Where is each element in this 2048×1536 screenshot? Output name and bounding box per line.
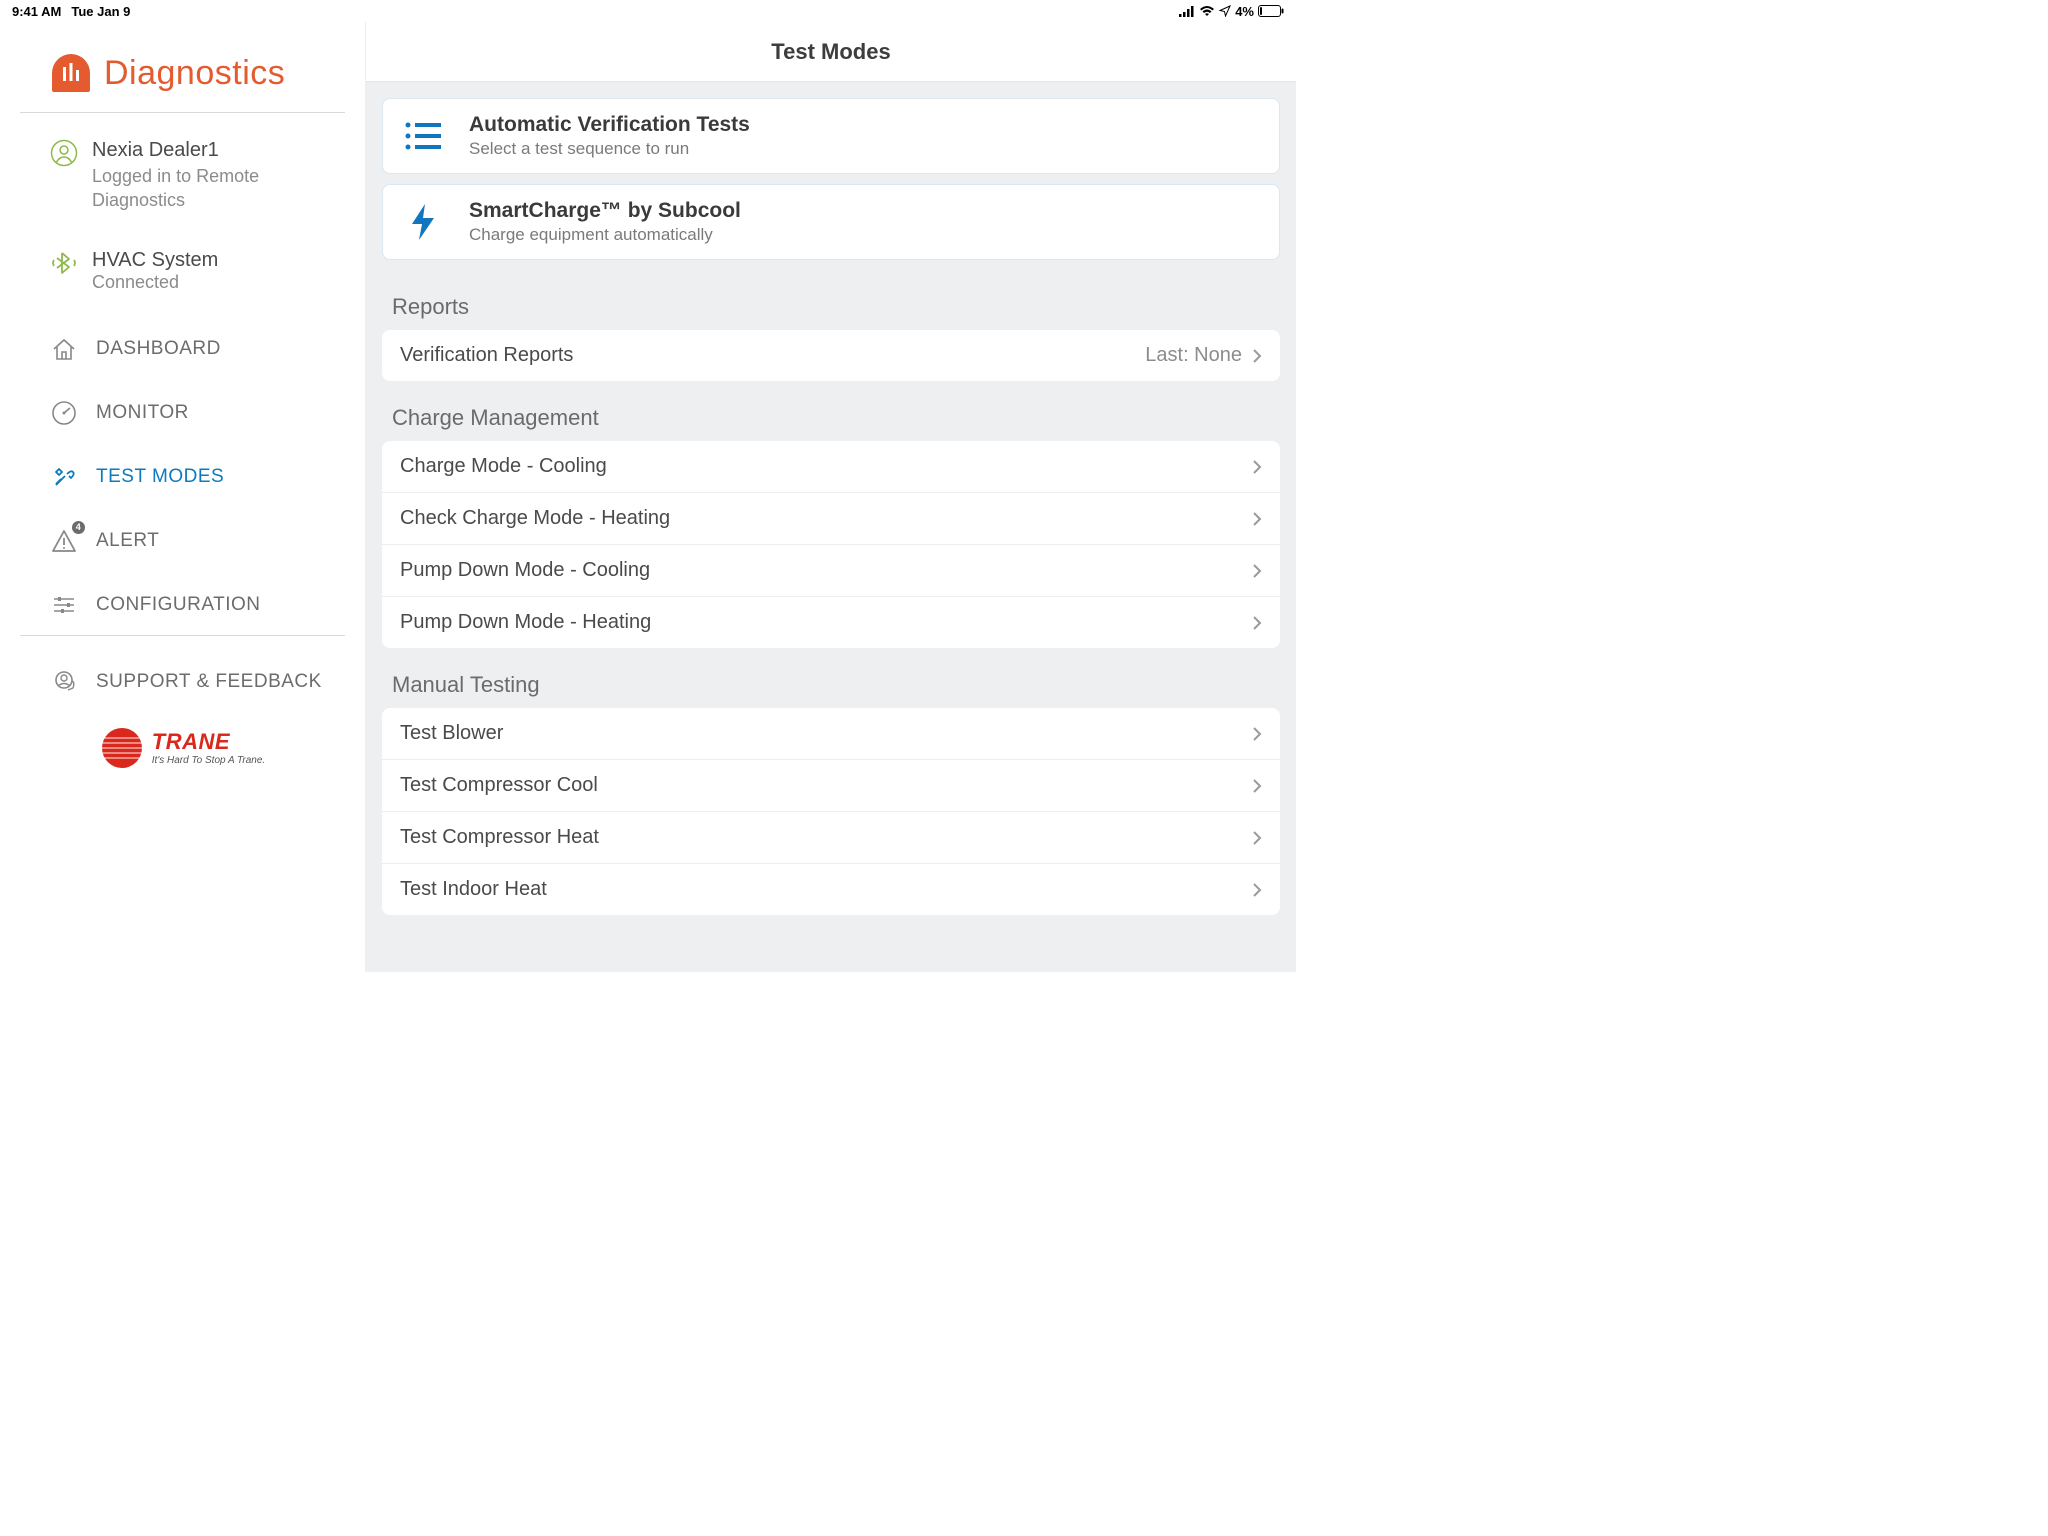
list-label: Test Indoor Heat [400, 878, 547, 901]
battery-icon [1258, 5, 1284, 17]
divider [20, 112, 345, 113]
trane-globe-icon [100, 726, 144, 770]
nav-configuration[interactable]: CONFIGURATION [20, 575, 345, 635]
section-title-manual: Manual Testing [382, 648, 1280, 708]
sliders-icon [50, 591, 78, 619]
hvac-name: HVAC System [92, 249, 218, 272]
nav-test-modes[interactable]: TEST MODES [20, 447, 345, 507]
item-charge-heating[interactable]: Check Charge Mode - Heating [382, 493, 1280, 545]
chevron-right-icon [1252, 348, 1262, 364]
cellular-icon [1179, 6, 1195, 17]
nav-monitor[interactable]: MONITOR [20, 383, 345, 443]
battery-percent: 4% [1235, 4, 1254, 19]
item-pumpdown-heating[interactable]: Pump Down Mode - Heating [382, 597, 1280, 648]
card-auto-verification[interactable]: Automatic Verification Tests Select a te… [382, 98, 1280, 174]
card-subtitle: Charge equipment automatically [469, 225, 741, 245]
sidebar-nav: DASHBOARD MONITOR TEST MODES 4 ALERT [20, 319, 345, 635]
status-time: 9:41 AM [12, 4, 61, 19]
list-charge-mgmt: Charge Mode - Cooling Check Charge Mode … [382, 441, 1280, 648]
nav-label: DASHBOARD [96, 338, 221, 360]
section-title-charge: Charge Management [382, 381, 1280, 441]
status-bar: 9:41 AM Tue Jan 9 4% [0, 0, 1296, 22]
divider [20, 635, 345, 636]
nav-label: SUPPORT & FEEDBACK [96, 671, 322, 693]
list-manual-testing: Test Blower Test Compressor Cool Test Co… [382, 708, 1280, 915]
location-icon [1219, 5, 1231, 17]
sidebar: Diagnostics Nexia Dealer1 Logged in to R… [0, 22, 365, 972]
list-label: Test Blower [400, 722, 503, 745]
list-label: Pump Down Mode - Heating [400, 611, 651, 634]
list-label: Check Charge Mode - Heating [400, 507, 670, 530]
item-charge-cooling[interactable]: Charge Mode - Cooling [382, 441, 1280, 493]
item-test-compressor-heat[interactable]: Test Compressor Heat [382, 812, 1280, 864]
list-label: Test Compressor Cool [400, 774, 598, 797]
list-icon [401, 114, 445, 158]
chevron-right-icon [1252, 615, 1262, 631]
list-label: Pump Down Mode - Cooling [400, 559, 650, 582]
nav-dashboard[interactable]: DASHBOARD [20, 319, 345, 379]
chevron-right-icon [1252, 830, 1262, 846]
item-pumpdown-cooling[interactable]: Pump Down Mode - Cooling [382, 545, 1280, 597]
chevron-right-icon [1252, 726, 1262, 742]
user-block[interactable]: Nexia Dealer1 Logged in to Remote Diagno… [20, 131, 345, 231]
brand-logo: TRANE It's Hard To Stop A Trane. [20, 726, 345, 770]
item-test-indoor-heat[interactable]: Test Indoor Heat [382, 864, 1280, 915]
list-secondary: Last: None [1145, 344, 1242, 367]
card-subtitle: Select a test sequence to run [469, 139, 750, 159]
alert-badge: 4 [72, 521, 85, 534]
brand-tagline: It's Hard To Stop A Trane. [152, 755, 265, 766]
item-test-blower[interactable]: Test Blower [382, 708, 1280, 760]
hvac-status: Connected [92, 272, 218, 293]
nav-label: MONITOR [96, 402, 189, 424]
nav-label: ALERT [96, 530, 159, 552]
gauge-icon [50, 399, 78, 427]
section-title-reports: Reports [382, 270, 1280, 330]
app-logo: Diagnostics [20, 52, 345, 94]
tools-icon [50, 463, 78, 491]
card-title: SmartCharge™ by Subcool [469, 199, 741, 223]
wifi-icon [1199, 5, 1215, 17]
user-icon [50, 139, 78, 213]
home-icon [50, 335, 78, 363]
bluetooth-icon [50, 249, 78, 277]
chevron-right-icon [1252, 778, 1262, 794]
main-panel: Test Modes Automatic Verification Tests … [365, 22, 1296, 972]
user-status: Logged in to Remote Diagnostics [92, 164, 345, 213]
app-title: Diagnostics [104, 54, 285, 93]
item-test-compressor-cool[interactable]: Test Compressor Cool [382, 760, 1280, 812]
chevron-right-icon [1252, 511, 1262, 527]
page-title: Test Modes [771, 39, 890, 65]
list-label: Verification Reports [400, 344, 573, 367]
nav-alert[interactable]: 4 ALERT [20, 511, 345, 571]
item-verification-reports[interactable]: Verification Reports Last: None [382, 330, 1280, 381]
diagnostics-icon [50, 52, 92, 94]
card-smartcharge[interactable]: SmartCharge™ by Subcool Charge equipment… [382, 184, 1280, 260]
list-label: Test Compressor Heat [400, 826, 599, 849]
headset-icon [50, 668, 78, 696]
card-title: Automatic Verification Tests [469, 113, 750, 137]
brand-name: TRANE [152, 729, 265, 755]
bolt-icon [401, 200, 445, 244]
hvac-block[interactable]: HVAC System Connected [20, 231, 345, 319]
nav-support[interactable]: SUPPORT & FEEDBACK [20, 654, 345, 712]
nav-label: TEST MODES [96, 466, 224, 488]
list-reports: Verification Reports Last: None [382, 330, 1280, 381]
nav-label: CONFIGURATION [96, 594, 260, 616]
chevron-right-icon [1252, 459, 1262, 475]
chevron-right-icon [1252, 882, 1262, 898]
list-label: Charge Mode - Cooling [400, 455, 607, 478]
user-name: Nexia Dealer1 [92, 139, 345, 162]
content-scroll[interactable]: Automatic Verification Tests Select a te… [366, 82, 1296, 931]
main-header: Test Modes [366, 22, 1296, 82]
status-date: Tue Jan 9 [71, 4, 130, 19]
chevron-right-icon [1252, 563, 1262, 579]
